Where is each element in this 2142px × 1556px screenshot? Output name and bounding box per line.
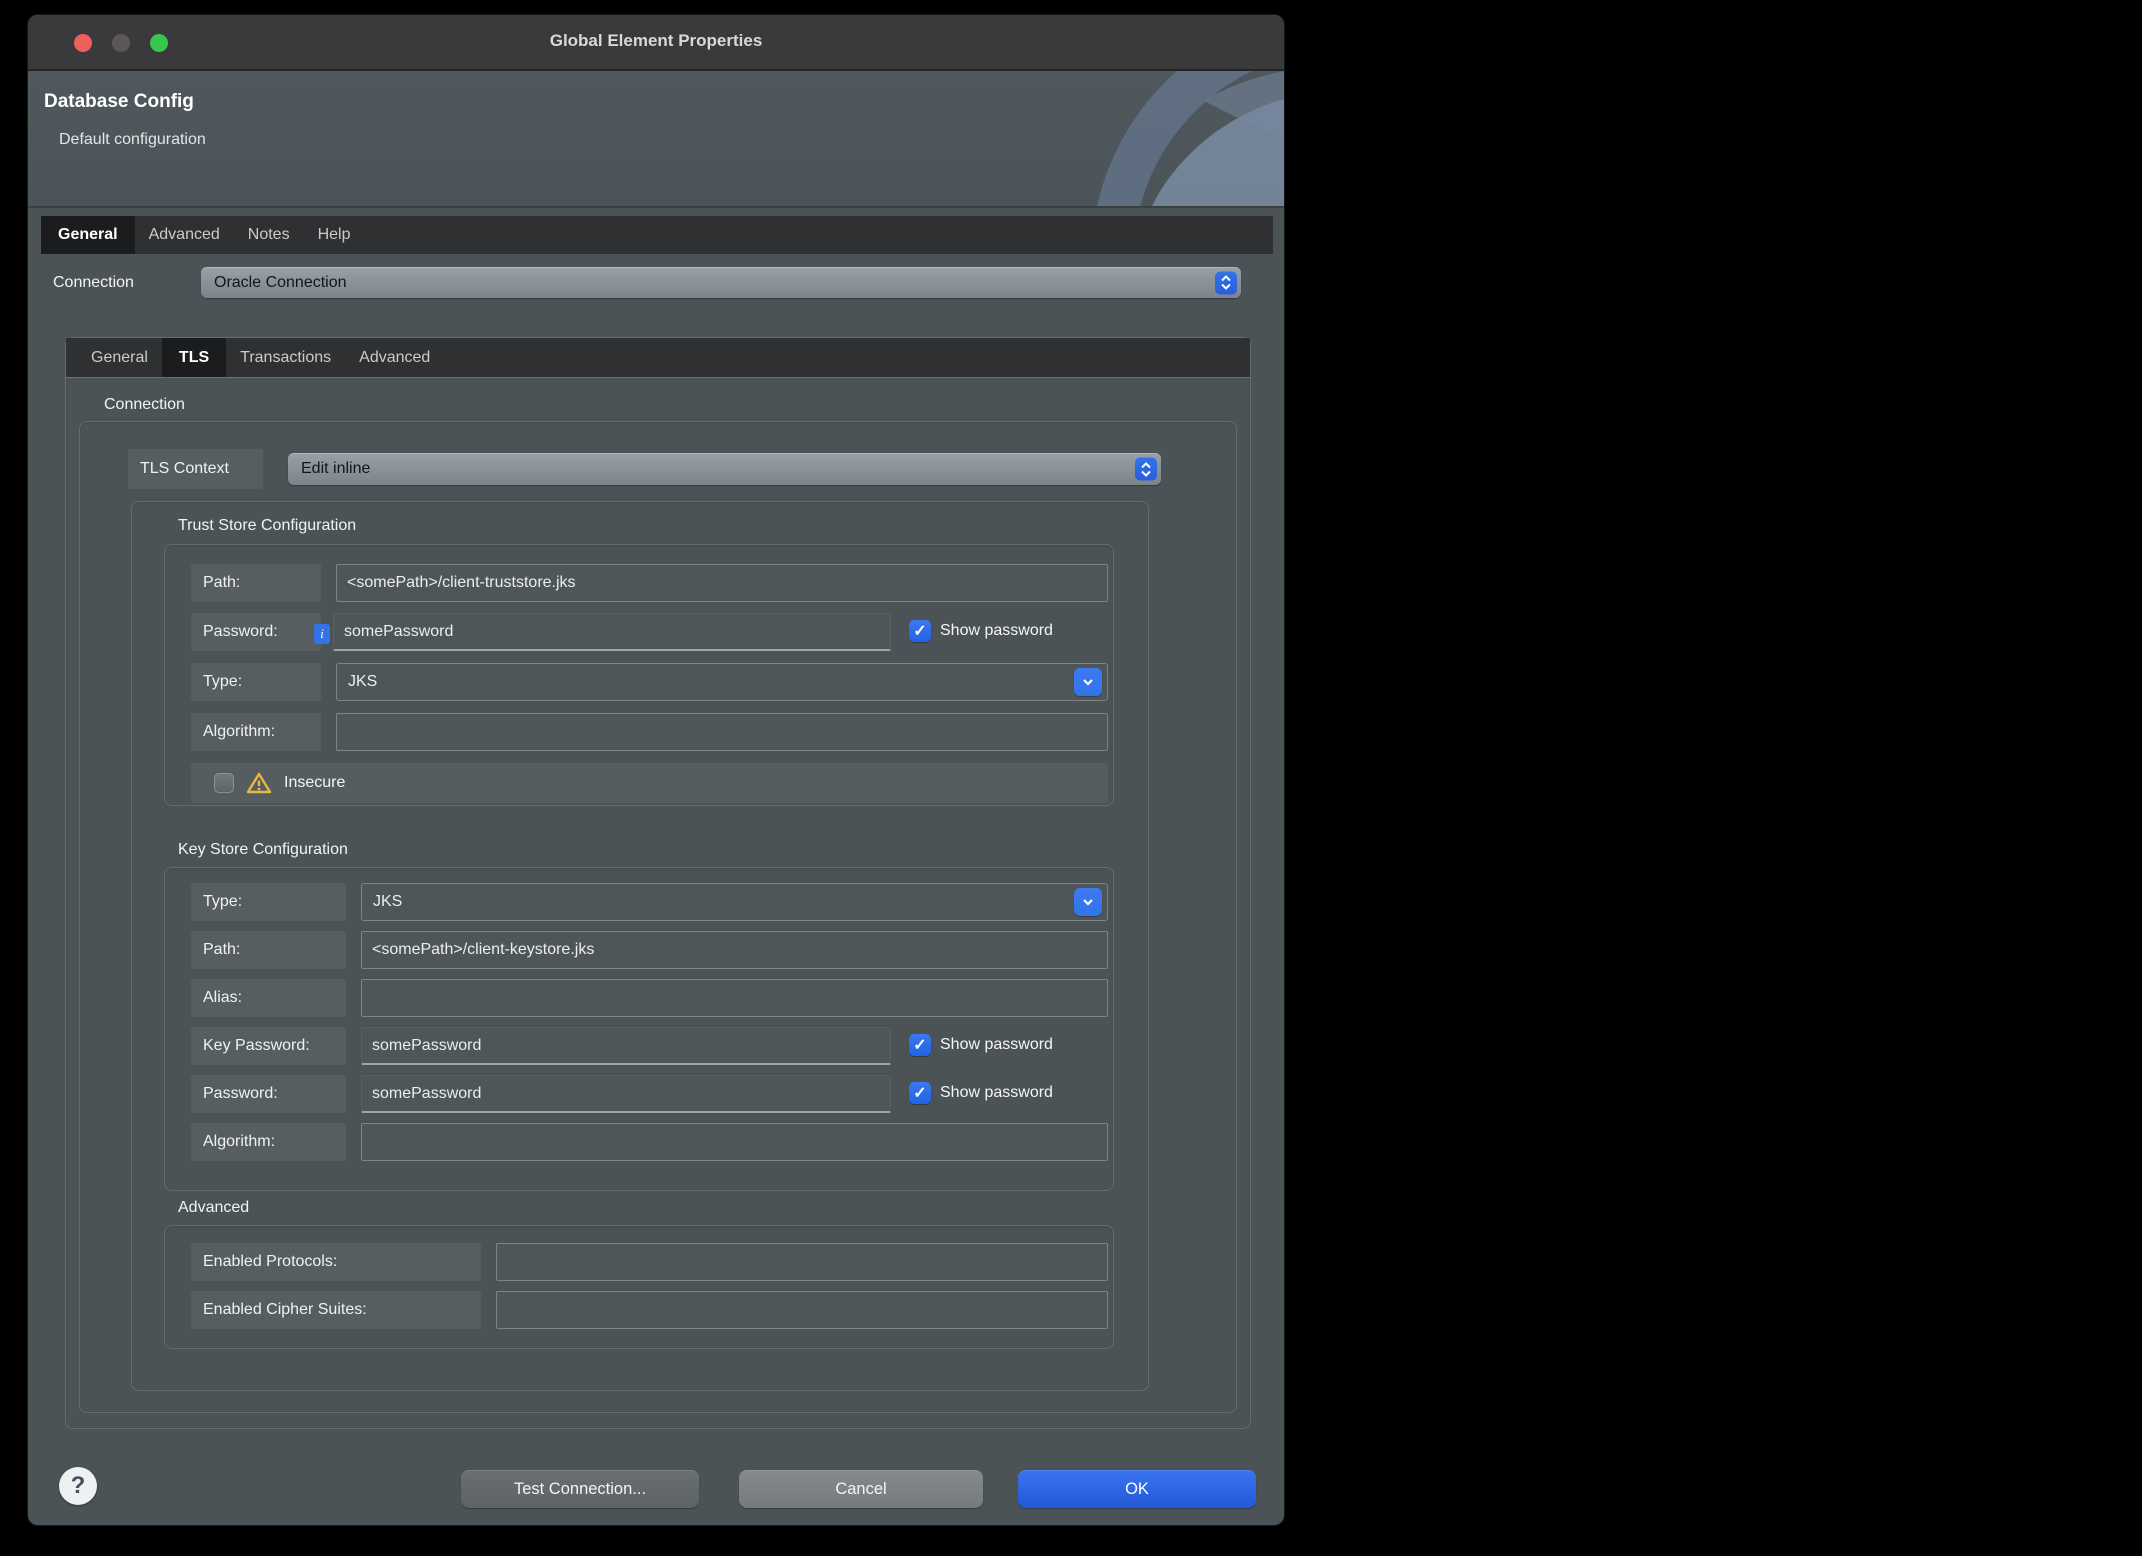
info-icon: i (314, 624, 330, 644)
inner-tab-bar: General TLS Transactions Advanced (66, 338, 1250, 378)
key-type-value: JKS (373, 893, 403, 910)
advanced-title: Advanced (178, 1199, 250, 1216)
connection-select-value: Oracle Connection (214, 273, 347, 291)
key-algorithm-input[interactable] (361, 1123, 1108, 1161)
test-connection-button[interactable]: Test Connection... (461, 1470, 699, 1508)
tab-help[interactable]: Help (304, 216, 365, 254)
show-password-label: Show password (940, 1036, 1053, 1053)
config-subtitle: Default configuration (59, 131, 206, 148)
global-element-properties-dialog: Global Element Properties Database Confi… (27, 14, 1285, 1526)
trust-algorithm-label: Algorithm: (191, 713, 321, 751)
insecure-label: Insecure (284, 774, 346, 791)
enabled-protocols-label: Enabled Protocols: (191, 1243, 481, 1281)
outer-tab-bar: General Advanced Notes Help (41, 216, 1273, 254)
title-bar: Global Element Properties (28, 15, 1284, 71)
trust-password-label: Password: (191, 613, 321, 651)
key-path-label: Path: (191, 931, 346, 969)
key-password-label: Password: (191, 1075, 346, 1113)
key-type-select[interactable]: JKS (361, 883, 1108, 921)
stepper-icon (1215, 271, 1237, 294)
warning-icon (246, 772, 272, 794)
connection-group-label: Connection (104, 396, 185, 413)
enabled-cipher-suites-label: Enabled Cipher Suites: (191, 1291, 481, 1329)
trust-store-title: Trust Store Configuration (178, 517, 357, 534)
cancel-button[interactable]: Cancel (739, 1470, 983, 1508)
check-icon: ✓ (913, 1037, 927, 1054)
check-icon: ✓ (913, 623, 927, 640)
config-title: Database Config (44, 91, 194, 112)
key-type-label: Type: (191, 883, 346, 921)
key-alias-input[interactable] (361, 979, 1108, 1017)
connection-label: Connection (53, 274, 134, 291)
trust-show-password-checkbox[interactable]: ✓ Show password (909, 620, 1053, 642)
key-keypassword-input[interactable] (361, 1027, 891, 1065)
insecure-row: Insecure (191, 763, 1108, 803)
show-password-label: Show password (940, 1084, 1053, 1101)
chevron-down-icon[interactable] (1074, 668, 1102, 696)
stepper-icon (1135, 457, 1157, 481)
tab-advanced[interactable]: Advanced (135, 216, 234, 254)
trust-type-value: JKS (348, 673, 378, 690)
window-title: Global Element Properties (549, 31, 763, 50)
trust-path-label: Path: (191, 564, 321, 602)
ok-button[interactable]: OK (1018, 1470, 1256, 1508)
tab-tls-general[interactable]: General (77, 338, 162, 377)
banner: Database Config Default configuration (28, 71, 1284, 206)
enabled-protocols-input[interactable] (496, 1243, 1108, 1281)
key-keypassword-show-checkbox[interactable]: ✓ Show password (909, 1034, 1053, 1056)
tab-tls[interactable]: TLS (161, 338, 227, 377)
connection-select[interactable]: Oracle Connection (201, 267, 1241, 298)
tls-context-select[interactable]: Edit inline (288, 453, 1161, 485)
tab-transactions[interactable]: Transactions (226, 338, 345, 377)
tls-context-value: Edit inline (301, 460, 371, 477)
trust-password-input[interactable] (333, 613, 891, 651)
tab-tls-advanced[interactable]: Advanced (345, 338, 444, 377)
insecure-checkbox[interactable] (214, 773, 234, 793)
tls-context-label: TLS Context (128, 449, 263, 489)
check-icon: ✓ (913, 1085, 927, 1102)
tab-notes[interactable]: Notes (234, 216, 304, 254)
tab-general[interactable]: General (41, 216, 135, 254)
key-password-show-checkbox[interactable]: ✓ Show password (909, 1082, 1053, 1104)
key-path-input[interactable] (361, 931, 1108, 969)
trust-path-input[interactable] (336, 564, 1108, 602)
banner-arcs-decoration (1097, 71, 1284, 206)
question-mark-icon: ? (70, 1472, 86, 1499)
trust-type-label: Type: (191, 663, 321, 701)
key-store-title: Key Store Configuration (178, 841, 348, 858)
key-algorithm-label: Algorithm: (191, 1123, 346, 1161)
help-button[interactable]: ? (59, 1467, 97, 1505)
enabled-cipher-suites-input[interactable] (496, 1291, 1108, 1329)
key-alias-label: Alias: (191, 979, 346, 1017)
show-password-label: Show password (940, 622, 1053, 639)
separator (28, 206, 1284, 208)
chevron-down-icon[interactable] (1074, 888, 1102, 916)
key-keypassword-label: Key Password: (191, 1027, 346, 1065)
key-password-input[interactable] (361, 1075, 891, 1113)
trust-algorithm-input[interactable] (336, 713, 1108, 751)
trust-type-select[interactable]: JKS (336, 663, 1108, 701)
